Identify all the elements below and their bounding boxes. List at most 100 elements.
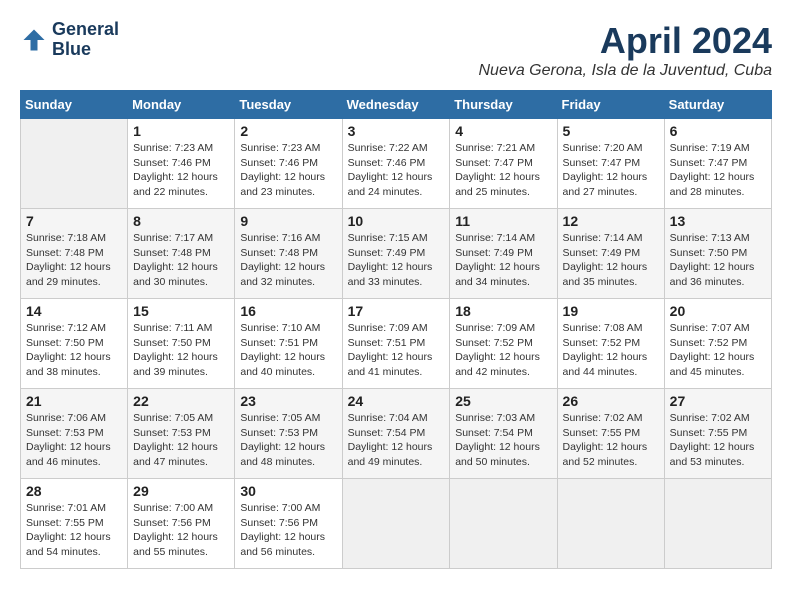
calendar-cell: 22 Sunrise: 7:05 AMSunset: 7:53 PMDayligh… — [128, 389, 235, 479]
day-info: Sunrise: 7:23 AMSunset: 7:46 PMDaylight:… — [240, 141, 336, 200]
calendar-cell: 30Sunrise: 7:00 AMSunset: 7:56 PMDayligh… — [235, 479, 342, 569]
day-info: Sunrise: 7:12 AMSunset: 7:50 PMDaylight:… — [26, 321, 122, 380]
calendar-cell: 11 Sunrise: 7:14 AMSunset: 7:49 PMDayligh… — [450, 209, 557, 299]
day-info: Sunrise: 7:08 AMSunset: 7:52 PMDaylight:… — [563, 321, 659, 380]
day-number: 5 — [563, 123, 659, 139]
day-number: 28 — [26, 483, 122, 499]
day-info: Sunrise: 7:09 AMSunset: 7:51 PMDaylight:… — [348, 321, 445, 380]
day-number: 7 — [26, 213, 122, 229]
calendar-cell: 7 Sunrise: 7:18 AMSunset: 7:48 PMDaylight… — [21, 209, 128, 299]
day-info: Sunrise: 7:05 AMSunset: 7:53 PMDaylight:… — [240, 411, 336, 470]
logo-icon — [20, 26, 48, 54]
day-number: 14 — [26, 303, 122, 319]
calendar-cell: 12 Sunrise: 7:14 AMSunset: 7:49 PMDayligh… — [557, 209, 664, 299]
calendar-cell — [342, 479, 450, 569]
calendar-cell: 26 Sunrise: 7:02 AMSunset: 7:55 PMDayligh… — [557, 389, 664, 479]
day-info: Sunrise: 7:11 AMSunset: 7:50 PMDaylight:… — [133, 321, 229, 380]
calendar-cell: 19 Sunrise: 7:08 AMSunset: 7:52 PMDayligh… — [557, 299, 664, 389]
weekday-header-thursday: Thursday — [450, 91, 557, 119]
day-info: Sunrise: 7:06 AMSunset: 7:53 PMDaylight:… — [26, 411, 122, 470]
day-info: Sunrise: 7:10 AMSunset: 7:51 PMDaylight:… — [240, 321, 336, 380]
week-row-4: 21 Sunrise: 7:06 AMSunset: 7:53 PMDayligh… — [21, 389, 772, 479]
day-number: 12 — [563, 213, 659, 229]
calendar-cell: 10 Sunrise: 7:15 AMSunset: 7:49 PMDayligh… — [342, 209, 450, 299]
calendar-cell: 4Sunrise: 7:21 AMSunset: 7:47 PMDaylight… — [450, 119, 557, 209]
day-number: 29 — [133, 483, 229, 499]
day-number: 19 — [563, 303, 659, 319]
calendar-table: SundayMondayTuesdayWednesdayThursdayFrid… — [20, 90, 772, 569]
weekday-header-saturday: Saturday — [664, 91, 771, 119]
calendar-cell: 23 Sunrise: 7:05 AMSunset: 7:53 PMDayligh… — [235, 389, 342, 479]
day-number: 30 — [240, 483, 336, 499]
day-number: 27 — [670, 393, 766, 409]
logo-text: General Blue — [52, 20, 119, 60]
week-row-1: 1 Sunrise: 7:23 AMSunset: 7:46 PMDaylight… — [21, 119, 772, 209]
location-title: Nueva Gerona, Isla de la Juventud, Cuba — [478, 62, 772, 80]
weekday-header-sunday: Sunday — [21, 91, 128, 119]
day-number: 16 — [240, 303, 336, 319]
weekday-header-row: SundayMondayTuesdayWednesdayThursdayFrid… — [21, 91, 772, 119]
calendar-cell: 16 Sunrise: 7:10 AMSunset: 7:51 PMDayligh… — [235, 299, 342, 389]
calendar-cell — [21, 119, 128, 209]
calendar-cell: 8Sunrise: 7:17 AMSunset: 7:48 PMDaylight… — [128, 209, 235, 299]
calendar-cell: 9 Sunrise: 7:16 AMSunset: 7:48 PMDaylight… — [235, 209, 342, 299]
day-info: Sunrise: 7:18 AMSunset: 7:48 PMDaylight:… — [26, 231, 122, 290]
day-info: Sunrise: 7:00 AMSunset: 7:56 PMDaylight:… — [133, 501, 229, 560]
day-info: Sunrise: 7:02 AMSunset: 7:55 PMDaylight:… — [563, 411, 659, 470]
calendar-cell: 24 Sunrise: 7:04 AMSunset: 7:54 PMDayligh… — [342, 389, 450, 479]
calendar-cell: 6Sunrise: 7:19 AMSunset: 7:47 PMDaylight… — [664, 119, 771, 209]
day-number: 10 — [348, 213, 445, 229]
day-number: 26 — [563, 393, 659, 409]
day-info: Sunrise: 7:14 AMSunset: 7:49 PMDaylight:… — [455, 231, 551, 290]
day-number: 21 — [26, 393, 122, 409]
day-info: Sunrise: 7:16 AMSunset: 7:48 PMDaylight:… — [240, 231, 336, 290]
day-number: 22 — [133, 393, 229, 409]
day-info: Sunrise: 7:05 AMSunset: 7:53 PMDaylight:… — [133, 411, 229, 470]
logo: General Blue — [20, 20, 119, 60]
calendar-cell — [557, 479, 664, 569]
weekday-header-wednesday: Wednesday — [342, 91, 450, 119]
day-info: Sunrise: 7:13 AMSunset: 7:50 PMDaylight:… — [670, 231, 766, 290]
day-info: Sunrise: 7:04 AMSunset: 7:54 PMDaylight:… — [348, 411, 445, 470]
calendar-cell: 27Sunrise: 7:02 AMSunset: 7:55 PMDayligh… — [664, 389, 771, 479]
calendar-cell: 3Sunrise: 7:22 AMSunset: 7:46 PMDaylight… — [342, 119, 450, 209]
weekday-header-monday: Monday — [128, 91, 235, 119]
day-info: Sunrise: 7:14 AMSunset: 7:49 PMDaylight:… — [563, 231, 659, 290]
week-row-2: 7 Sunrise: 7:18 AMSunset: 7:48 PMDaylight… — [21, 209, 772, 299]
day-number: 15 — [133, 303, 229, 319]
weekday-header-friday: Friday — [557, 91, 664, 119]
calendar-cell: 28Sunrise: 7:01 AMSunset: 7:55 PMDayligh… — [21, 479, 128, 569]
day-info: Sunrise: 7:03 AMSunset: 7:54 PMDaylight:… — [455, 411, 551, 470]
title-block: April 2024 Nueva Gerona, Isla de la Juve… — [478, 20, 772, 80]
calendar-cell — [450, 479, 557, 569]
calendar-cell: 20Sunrise: 7:07 AMSunset: 7:52 PMDayligh… — [664, 299, 771, 389]
day-info: Sunrise: 7:15 AMSunset: 7:49 PMDaylight:… — [348, 231, 445, 290]
calendar-cell: 14 Sunrise: 7:12 AMSunset: 7:50 PMDayligh… — [21, 299, 128, 389]
calendar-cell: 29 Sunrise: 7:00 AMSunset: 7:56 PMDayligh… — [128, 479, 235, 569]
day-number: 1 — [133, 123, 229, 139]
calendar-cell: 17 Sunrise: 7:09 AMSunset: 7:51 PMDayligh… — [342, 299, 450, 389]
day-info: Sunrise: 7:19 AMSunset: 7:47 PMDaylight:… — [670, 141, 766, 200]
calendar-cell: 1 Sunrise: 7:23 AMSunset: 7:46 PMDaylight… — [128, 119, 235, 209]
calendar-cell: 21 Sunrise: 7:06 AMSunset: 7:53 PMDayligh… — [21, 389, 128, 479]
calendar-cell: 15 Sunrise: 7:11 AMSunset: 7:50 PMDayligh… — [128, 299, 235, 389]
day-number: 24 — [348, 393, 445, 409]
calendar-cell: 13Sunrise: 7:13 AMSunset: 7:50 PMDayligh… — [664, 209, 771, 299]
week-row-5: 28Sunrise: 7:01 AMSunset: 7:55 PMDayligh… — [21, 479, 772, 569]
calendar-cell: 5Sunrise: 7:20 AMSunset: 7:47 PMDaylight… — [557, 119, 664, 209]
day-number: 25 — [455, 393, 551, 409]
day-number: 9 — [240, 213, 336, 229]
day-number: 17 — [348, 303, 445, 319]
weekday-header-tuesday: Tuesday — [235, 91, 342, 119]
day-number: 11 — [455, 213, 551, 229]
day-number: 4 — [455, 123, 551, 139]
page-header: General Blue April 2024 Nueva Gerona, Is… — [20, 20, 772, 80]
calendar-cell: 25 Sunrise: 7:03 AMSunset: 7:54 PMDayligh… — [450, 389, 557, 479]
day-number: 2 — [240, 123, 336, 139]
day-info: Sunrise: 7:23 AMSunset: 7:46 PMDaylight:… — [133, 141, 229, 200]
week-row-3: 14 Sunrise: 7:12 AMSunset: 7:50 PMDayligh… — [21, 299, 772, 389]
calendar-cell — [664, 479, 771, 569]
day-number: 18 — [455, 303, 551, 319]
day-number: 3 — [348, 123, 445, 139]
day-number: 23 — [240, 393, 336, 409]
